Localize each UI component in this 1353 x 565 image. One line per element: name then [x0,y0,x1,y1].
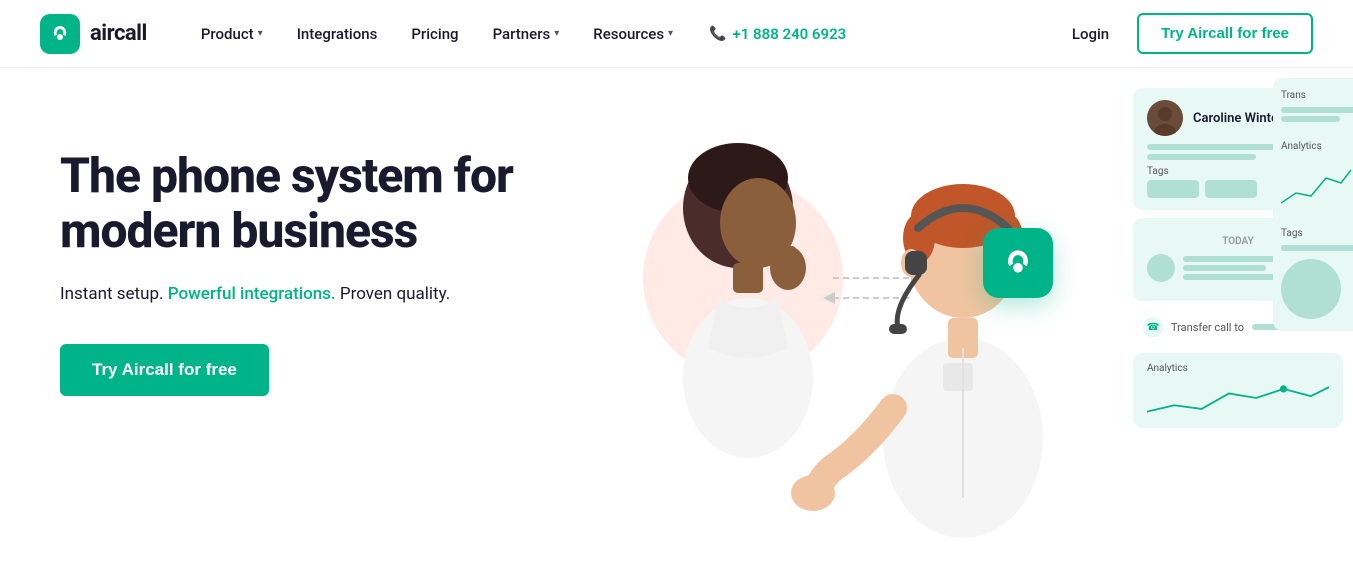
aircall-bubble [983,228,1053,298]
subtitle-text: Instant setup. [60,284,168,304]
analytics-label: Analytics [1147,363,1329,374]
login-button[interactable]: Login [1060,17,1121,51]
nav-phone-label: +1 888 240 6923 [733,25,847,43]
chevron-down-icon-partners: ▾ [554,28,559,39]
subtitle-text2: Proven quality. [336,284,451,304]
hero-subtitle: Instant setup. Powerful integrations. Pr… [60,282,540,308]
illustration-wrap: Caroline Winter Tags TODAY [603,68,1353,565]
nav-product-label: Product [201,25,254,43]
transfer-label: Transfer call to [1171,321,1244,334]
nav-integrations[interactable]: Integrations [283,17,392,51]
analytics-chart-right [1281,158,1351,208]
today-line-2 [1183,265,1266,271]
nav-partners-label: Partners [493,25,551,43]
nav-resources-label: Resources [593,25,664,43]
try-aircall-nav-button[interactable]: Try Aircall for free [1137,13,1313,54]
logo-wordmark: aircall [90,21,147,46]
chevron-down-icon-resources: ▾ [668,28,673,39]
today-line-3 [1183,274,1283,280]
avatar [1147,100,1183,136]
right-line-2 [1281,116,1340,122]
contact-name: Caroline Winter [1193,111,1283,126]
trans-label: Trans [1281,90,1353,101]
nav-partners[interactable]: Partners ▾ [479,17,574,51]
subtitle-highlight-integrations: Powerful integrations. [168,284,336,304]
nav-phone[interactable]: 📞 +1 888 240 6923 [693,17,862,51]
hero-title: The phone system for modern business [60,148,540,258]
people-illustration [603,68,1103,558]
analytics-label-right: Analytics [1281,141,1353,152]
nav-links: Product ▾ Integrations Pricing Partners … [187,17,1060,51]
nav-resources[interactable]: Resources ▾ [579,17,687,51]
tags-label-right: Tags [1281,228,1353,239]
right-spacer [1281,125,1353,141]
tag-chip-1 [1147,180,1199,198]
logo[interactable]: aircall [40,14,147,54]
analytics-card: Analytics [1133,353,1343,428]
card-line-1 [1147,144,1293,150]
logo-icon [40,14,80,54]
phone-icon: 📞 [709,26,726,42]
navbar: aircall Product ▾ Integrations Pricing P… [0,0,1353,68]
nav-right: Login Try Aircall for free [1060,13,1313,54]
transfer-phone-icon: ☎ [1143,317,1163,337]
right-tags-line [1281,245,1353,251]
chevron-down-icon: ▾ [258,28,263,39]
hero-cta-button[interactable]: Try Aircall for free [60,344,269,396]
nav-product[interactable]: Product ▾ [187,17,277,51]
right-circle [1281,259,1341,319]
analytics-chart [1147,378,1329,418]
nav-integrations-label: Integrations [297,25,378,43]
right-side-panel: Trans Analytics Tags [1273,78,1353,331]
right-line-1 [1281,107,1353,113]
tag-chip-2 [1205,180,1257,198]
nav-pricing[interactable]: Pricing [397,17,472,51]
nav-pricing-label: Pricing [411,25,458,43]
today-avatar [1147,254,1175,282]
hero-illustration: Caroline Winter Tags TODAY [603,68,1353,565]
right-spacer2 [1281,212,1353,228]
hero-content: The phone system for modern business Ins… [60,128,540,396]
hero-section: The phone system for modern business Ins… [0,68,1353,565]
card-line-2 [1147,154,1256,160]
